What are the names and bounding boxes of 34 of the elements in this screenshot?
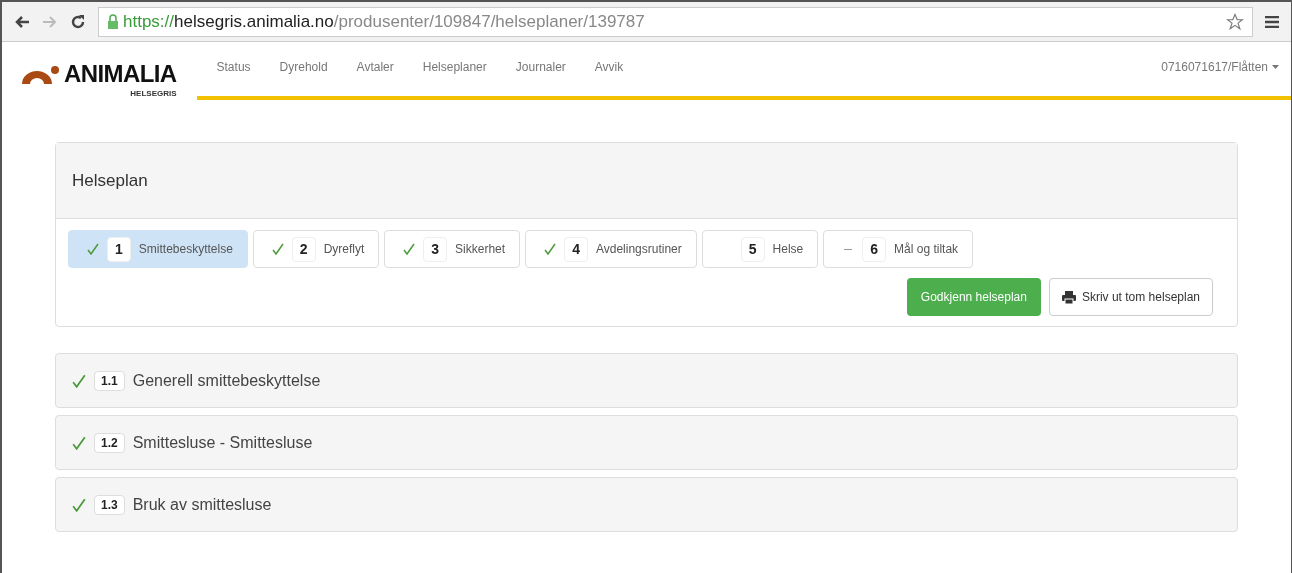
caret-icon xyxy=(1272,65,1279,69)
panel-title: Helseplan xyxy=(72,169,148,192)
step-tab[interactable]: 4 Avdelingsrutiner xyxy=(525,230,697,268)
check-icon xyxy=(544,243,557,255)
logo-icon xyxy=(22,66,60,86)
url-text: https://helsegris.animalia.no/produsenter/109847/helseplaner/139787 xyxy=(123,10,645,33)
step-tab[interactable]: 1 Smittebeskyttelse xyxy=(68,230,248,268)
step-tab[interactable]: 6 Mål og tiltak xyxy=(823,230,974,268)
check-icon xyxy=(271,243,284,255)
nav-link[interactable]: Helseplaner xyxy=(422,58,487,76)
reload-icon[interactable] xyxy=(70,13,86,30)
nav-link[interactable]: Dyrehold xyxy=(279,58,328,76)
step-tab[interactable]: 3 Sikkerhet xyxy=(384,230,521,268)
nav-link[interactable]: Status xyxy=(216,58,251,76)
back-icon[interactable] xyxy=(14,14,30,29)
print-button[interactable]: Skriv ut tom helseplan xyxy=(1048,278,1213,316)
menu-icon[interactable] xyxy=(1265,15,1279,28)
check-icon xyxy=(87,243,99,255)
logo-text: ANIMALIA xyxy=(64,62,177,86)
step-tab[interactable]: 5 Helse xyxy=(701,230,819,268)
star-icon[interactable] xyxy=(1226,12,1244,31)
address-bar[interactable]: https://helsegris.animalia.no/produsenter/109847/helseplaner/139787 xyxy=(98,6,1253,37)
step-tab[interactable]: 2 Dyreflyt xyxy=(252,230,380,268)
lock-icon xyxy=(107,14,119,29)
section-header[interactable]: 1.3 Bruk av smittesluse xyxy=(55,477,1238,532)
section-header[interactable]: 1.1 Generell smittebeskyttelse xyxy=(55,353,1238,408)
printer-icon xyxy=(1061,290,1076,304)
section-header[interactable]: 1.2 Smittesluse - Smittesluse xyxy=(55,415,1238,470)
check-icon xyxy=(403,243,416,255)
nav-link[interactable]: Journaler xyxy=(515,58,566,76)
nav-link[interactable]: Avvik xyxy=(594,58,624,76)
logo-subtitle: HELSEGRIS xyxy=(130,90,177,98)
user-menu[interactable]: 0716071617/Flåtten xyxy=(1161,58,1291,76)
nav-link[interactable]: Avtaler xyxy=(356,58,394,76)
